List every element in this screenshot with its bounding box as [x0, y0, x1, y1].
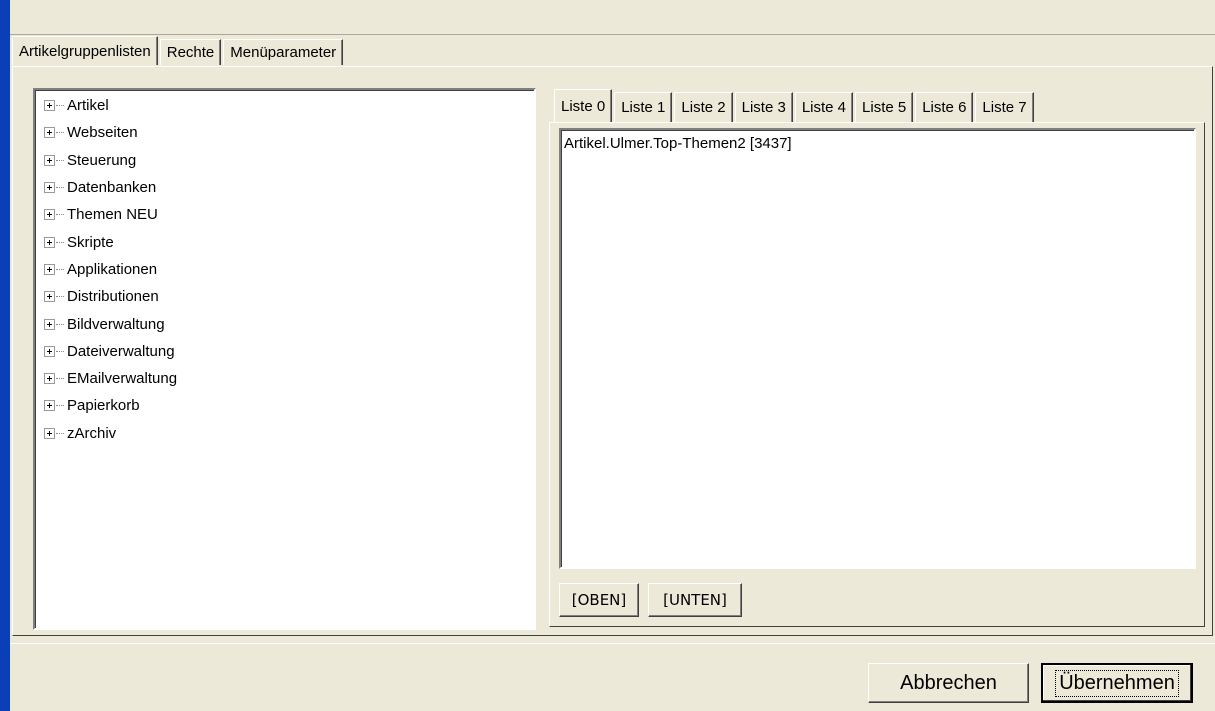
expand-plus-icon[interactable] [44, 236, 55, 248]
tree-item-label: Webseiten [67, 124, 138, 142]
list-tab-strip: Liste 0 Liste 1 Liste 2 Liste 3 Liste 4 Liste… [554, 89, 1036, 122]
tab-liste-7[interactable]: Liste 7 [975, 92, 1034, 122]
expand-plus-icon[interactable] [44, 291, 55, 303]
expand-plus-icon[interactable] [44, 182, 55, 194]
tab-liste-1[interactable]: Liste 1 [614, 92, 673, 122]
tab-liste-4[interactable]: Liste 4 [794, 92, 854, 122]
tree-item[interactable]: Themen NEU [35, 201, 534, 228]
tab-menueparameter[interactable]: Menüparameter [223, 39, 344, 65]
tab-liste-3[interactable]: Liste 3 [734, 92, 793, 122]
tab-artikelgruppenlisten[interactable]: Artikelgruppenlisten [12, 36, 158, 65]
tree-item-label: Themen NEU [67, 206, 158, 224]
move-up-button[interactable]: [OBEN] [559, 583, 639, 617]
main-tab-strip: Artikelgruppenlisten Rechte Menüparamete… [12, 36, 345, 65]
dialog-window: Artikelgruppenlisten Rechte Menüparamete… [10, 0, 1215, 711]
tree-item[interactable]: zArchiv [35, 420, 534, 447]
tab-liste-0[interactable]: Liste 0 [554, 89, 613, 122]
tree-connector-line [56, 323, 64, 325]
list-tab-panel: Artikel.Ulmer.Top-Themen2 [3437] [OBEN] … [549, 122, 1205, 627]
top-strip [10, 0, 1215, 35]
expand-plus-icon[interactable] [44, 400, 55, 412]
tree-item-label: EMailverwaltung [67, 370, 178, 388]
expand-plus-icon[interactable] [44, 427, 55, 439]
dialog-button-bar: Abbrechen Übernehmen [10, 643, 1215, 711]
apply-button[interactable]: Übernehmen [1041, 663, 1193, 703]
tree-connector-line [56, 432, 64, 434]
window-left-edge [0, 0, 10, 711]
tree-item[interactable]: Papierkorb [35, 392, 534, 419]
tab-liste-5[interactable]: Liste 5 [855, 92, 914, 122]
expand-plus-icon[interactable] [44, 318, 55, 330]
main-tab-panel: Artikel Webseiten Steuerung Datenbanken Them… [12, 66, 1213, 636]
tree-item-label: Steuerung [67, 151, 137, 169]
tree-connector-line [56, 268, 64, 270]
expand-plus-icon[interactable] [44, 127, 55, 139]
tree-item-label: Applikationen [67, 260, 158, 278]
tab-rechte[interactable]: Rechte [159, 39, 222, 65]
tree-item[interactable]: Steuerung [35, 147, 534, 174]
tree-connector-line [56, 105, 64, 107]
tree-item-label: Datenbanken [67, 179, 157, 197]
tree-connector-line [56, 214, 64, 216]
expand-plus-icon[interactable] [44, 209, 55, 221]
tree-connector-line [56, 241, 64, 243]
tree-item[interactable]: Artikel [35, 92, 534, 119]
tree-item-label: Distributionen [67, 288, 159, 306]
tree-item[interactable]: Dateiverwaltung [35, 338, 534, 365]
list-item[interactable]: Artikel.Ulmer.Top-Themen2 [3437] [564, 134, 1191, 154]
tree-connector-line [56, 132, 64, 134]
tree-connector-line [56, 405, 64, 407]
move-down-button[interactable]: [UNTEN] [648, 583, 742, 617]
tab-liste-6[interactable]: Liste 6 [915, 92, 974, 122]
tree-connector-line [56, 159, 64, 161]
tab-liste-2[interactable]: Liste 2 [674, 92, 733, 122]
tree-connector-line [56, 187, 64, 189]
cancel-button[interactable]: Abbrechen [868, 663, 1029, 703]
tree-item[interactable]: Applikationen [35, 256, 534, 283]
expand-plus-icon[interactable] [44, 263, 55, 275]
tree-connector-line [56, 350, 64, 352]
article-group-tree[interactable]: Artikel Webseiten Steuerung Datenbanken Them… [33, 88, 536, 630]
list-box[interactable]: Artikel.Ulmer.Top-Themen2 [3437] [559, 128, 1196, 569]
tree-item[interactable]: Bildverwaltung [35, 310, 534, 337]
tree-item-label: Skripte [67, 233, 114, 251]
tree-item-label: Bildverwaltung [67, 315, 165, 333]
apply-button-label: Übernehmen [1055, 669, 1179, 697]
tree-connector-line [56, 378, 64, 380]
expand-plus-icon[interactable] [44, 100, 55, 112]
tree-item-label: Papierkorb [67, 397, 140, 415]
tree-connector-line [56, 296, 64, 298]
tree-item[interactable]: Webseiten [35, 119, 534, 146]
expand-plus-icon[interactable] [44, 345, 55, 357]
expand-plus-icon[interactable] [44, 154, 55, 166]
tree-item[interactable]: EMailverwaltung [35, 365, 534, 392]
tree-item-label: Dateiverwaltung [67, 342, 175, 360]
tree-item-label: zArchiv [67, 424, 117, 442]
tree-item[interactable]: Distributionen [35, 283, 534, 310]
tree-item[interactable]: Skripte [35, 228, 534, 255]
tree-item-label: Artikel [67, 97, 109, 115]
expand-plus-icon[interactable] [44, 373, 55, 385]
tree-item[interactable]: Datenbanken [35, 174, 534, 201]
list-group: Liste 0 Liste 1 Liste 2 Liste 3 Liste 4 Liste… [549, 88, 1209, 630]
